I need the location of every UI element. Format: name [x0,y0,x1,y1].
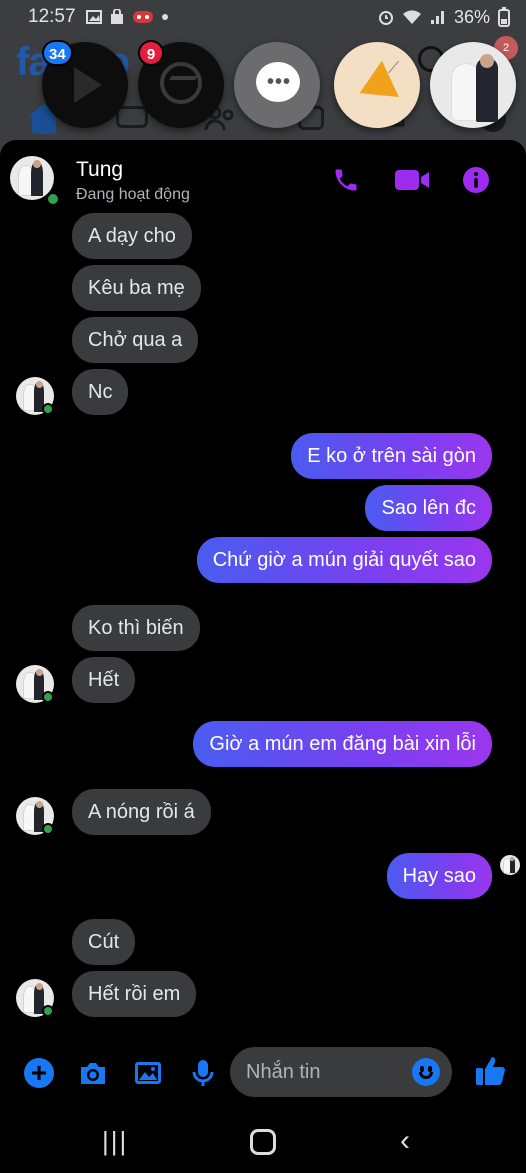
received-message-bubble[interactable]: A dạy cho [72,213,192,259]
unread-badge: 34 [42,40,73,66]
bag-icon [110,9,123,24]
record-icon [132,11,153,23]
seen-receipt-avatar [500,855,520,875]
message-input[interactable]: Nhắn tin [230,1047,452,1097]
sent-message-bubble[interactable]: Hay sao [386,853,492,899]
signal-icon [430,11,444,24]
phone-call-icon[interactable] [332,166,360,194]
alarm-icon [378,11,393,25]
unread-badge: 9 [138,40,164,66]
back-chevron-icon[interactable]: ‹ [400,1124,422,1158]
received-message-bubble[interactable]: Nc [72,369,129,415]
contact-status: Đang hoạt động [76,186,190,203]
like-thumbs-up-icon[interactable] [474,1054,508,1088]
gallery-photo-icon[interactable] [133,1058,163,1088]
couple-photo [430,42,516,128]
megaphone-chat-head[interactable]: ⟋ [334,42,420,128]
received-message-bubble[interactable]: A nóng rồi á [72,789,211,835]
dot-icon [161,14,168,20]
received-message-bubble[interactable]: Kêu ba mẹ [72,265,201,311]
emoji-icon[interactable] [412,1058,440,1086]
online-indicator [42,691,54,703]
play-icon [74,67,102,103]
video-call-icon[interactable] [394,166,430,194]
online-indicator [46,192,60,206]
camera-icon[interactable] [78,1058,108,1088]
gallery-icon [85,10,102,24]
battery-percent: 36% [453,6,490,27]
sent-message-bubble[interactable]: Giờ a mún em đăng bài xin lỗi [193,721,492,767]
notification-icons [85,9,168,25]
home-button-icon[interactable] [250,1129,276,1155]
status-bar: 12:57 36% [0,0,526,34]
message-input-placeholder: Nhắn tin [246,1061,321,1083]
more-actions-plus-icon[interactable]: + [24,1058,54,1088]
status-time: 12:57 [28,6,76,27]
sent-message-bubble[interactable]: E ko ở trên sài gòn [291,433,492,479]
received-message-bubble[interactable]: Cút [72,919,136,965]
wifi-icon [402,10,421,24]
sent-message-bubble[interactable]: Chứ giờ a mún giải quyết sao [196,537,492,583]
received-message-bubble[interactable]: Ko thì biến [72,605,200,651]
chat-bubble-head[interactable]: ••• [234,42,320,128]
online-indicator [42,823,54,835]
battery-icon [498,7,510,27]
received-message-bubble[interactable]: Hết [72,657,136,703]
facebook-video-tab-icon[interactable] [116,106,148,128]
received-message-bubble[interactable]: Chở qua a [72,317,199,363]
info-icon[interactable] [462,166,490,194]
online-indicator [42,403,54,415]
online-indicator [42,1005,54,1017]
received-message-bubble[interactable]: Hết rồi em [72,971,197,1017]
recent-apps-icon[interactable]: ||| [102,1124,132,1158]
profile-photo-chat-head[interactable] [430,42,516,128]
contact-name[interactable]: Tung [76,158,123,182]
sent-message-bubble[interactable]: Sao lên đc [365,485,492,531]
conversation-header: Tung Đang hoạt động [0,140,526,216]
microphone-icon[interactable] [188,1058,218,1088]
